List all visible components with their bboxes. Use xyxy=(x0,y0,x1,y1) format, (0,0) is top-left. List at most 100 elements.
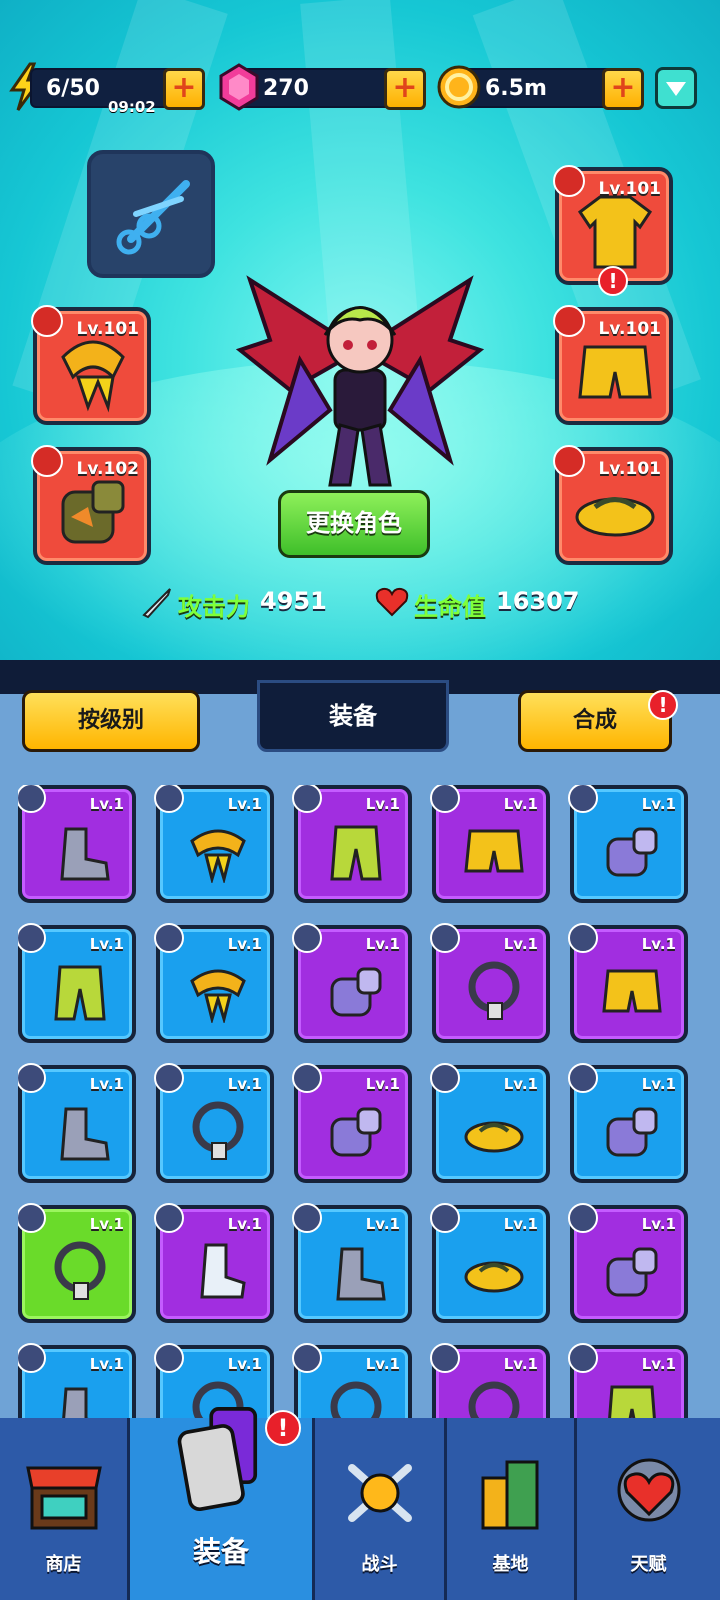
sort-by-level-button[interactable]: 按级别 xyxy=(22,690,200,752)
item-level: Lv.1 xyxy=(365,795,400,813)
item-level: Lv.1 xyxy=(503,935,538,953)
pants-icon xyxy=(330,825,382,881)
item-level: Lv.1 xyxy=(641,935,676,953)
gold-value: 6.5m xyxy=(485,76,547,101)
item-level: Lv.1 xyxy=(89,1355,124,1373)
energy-timer: 09:02 xyxy=(108,98,156,116)
sword-icon xyxy=(142,588,171,619)
energy-bar: 6/50 xyxy=(30,68,180,108)
game-screen: 6/50 09:02 + 270 + 6.5m + Lv.101 Lv.102 … xyxy=(0,0,720,1600)
item-type-badge xyxy=(430,785,460,813)
hero-character xyxy=(235,275,485,487)
item-type-badge xyxy=(18,923,46,953)
inventory-item[interactable]: Lv.1 xyxy=(154,923,274,1043)
item-type-badge xyxy=(154,923,184,953)
item-type-badge xyxy=(568,1203,598,1233)
boot-icon xyxy=(60,827,110,881)
attack-value: 4951 xyxy=(260,587,327,615)
inventory-item[interactable]: Lv.1 xyxy=(568,785,688,903)
inventory-item[interactable]: Lv.1 xyxy=(18,1203,136,1323)
inventory-item[interactable]: Lv.1 xyxy=(430,923,550,1043)
nav-talent-label: 天赋 xyxy=(630,1554,667,1575)
sandal-icon xyxy=(464,1121,524,1153)
nav-battle[interactable]: 战斗 xyxy=(315,1418,447,1600)
inventory-item[interactable]: Lv.1 xyxy=(154,1063,274,1183)
equipped-glove-slot[interactable]: Lv.102 xyxy=(31,445,151,565)
item-type-badge xyxy=(18,1343,46,1373)
inventory-item[interactable]: Lv.1 xyxy=(18,923,136,1043)
inventory-item[interactable]: Lv.1 xyxy=(292,1203,412,1323)
scarf-icon xyxy=(190,829,246,883)
glove-icon xyxy=(606,1107,658,1157)
sandal-icon xyxy=(464,1261,524,1293)
inventory-item[interactable]: Lv.1 xyxy=(430,1063,550,1183)
inventory-item[interactable]: Lv.1 xyxy=(568,923,688,1043)
item-type-badge xyxy=(568,785,598,813)
attack-label: 攻击力 xyxy=(178,593,250,621)
item-level: Lv.1 xyxy=(365,1075,400,1093)
item-level: Lv.1 xyxy=(365,935,400,953)
nav-talent[interactable]: 天赋 xyxy=(577,1418,720,1600)
gem-icon xyxy=(219,63,259,111)
energy-value: 6/50 xyxy=(46,76,100,101)
item-level: Lv.1 xyxy=(641,1215,676,1233)
crossed-swords-icon xyxy=(347,1464,412,1522)
item-level: Lv.1 xyxy=(89,795,124,813)
necklace-icon xyxy=(468,961,520,1020)
inventory-item[interactable]: Lv.1 xyxy=(430,1203,550,1323)
item-type-badge xyxy=(154,1203,184,1233)
item-type-badge xyxy=(292,1063,322,1093)
nav-battle-label: 战斗 xyxy=(361,1554,398,1575)
sandal-icon xyxy=(575,497,655,537)
equipped-shoes-slot[interactable]: Lv.101 xyxy=(553,445,673,565)
necklace-icon xyxy=(330,1381,382,1420)
pants-icon xyxy=(54,965,106,1021)
item-level: Lv.1 xyxy=(365,1355,400,1373)
inventory-item[interactable]: Lv.1 xyxy=(430,1343,550,1420)
equipped-pants-slot[interactable]: Lv.101 xyxy=(553,305,673,425)
item-type-badge xyxy=(430,1203,460,1233)
scissors-icon xyxy=(116,180,190,255)
item-type-badge xyxy=(430,923,460,953)
add-gold-button[interactable]: + xyxy=(602,68,644,110)
hp-label: 生命值 xyxy=(414,593,486,621)
shorts-icon xyxy=(602,969,662,1013)
change-character-button[interactable]: 更换角色 xyxy=(278,490,430,558)
add-energy-button[interactable]: + xyxy=(163,68,205,110)
item-level: Lv.1 xyxy=(89,1075,124,1093)
inventory-item[interactable]: Lv.1 xyxy=(292,785,412,903)
settings-button[interactable] xyxy=(655,67,697,109)
nav-base-label: 基地 xyxy=(492,1554,529,1575)
item-level: Lv.1 xyxy=(641,1075,676,1093)
nav-shop[interactable]: 商店 xyxy=(0,1418,130,1600)
merge-alert-badge: ! xyxy=(648,690,678,720)
add-gems-button[interactable]: + xyxy=(384,68,426,110)
item-level: Lv.1 xyxy=(227,1075,262,1093)
weapon-slot[interactable] xyxy=(87,150,215,278)
armor-upgrade-alert: ! xyxy=(598,266,628,296)
inventory-item[interactable]: Lv.1 xyxy=(154,1203,274,1323)
glove-icon xyxy=(330,1107,382,1157)
nav-base[interactable]: 基地 xyxy=(447,1418,577,1600)
inventory-item[interactable]: Lv.1 xyxy=(568,1063,688,1183)
inventory-item[interactable]: Lv.1 xyxy=(18,1343,136,1420)
glove-icon xyxy=(606,1247,658,1297)
item-type-badge xyxy=(154,1343,184,1373)
inventory-item[interactable]: Lv.1 xyxy=(568,1343,688,1420)
inventory-grid: Lv.1 Lv.1 Lv.1 Lv.1 Lv.1 Lv.1 Lv.1 Lv.1 Lv.1 Lv.1… xyxy=(18,785,702,1420)
inventory-item[interactable]: Lv.1 xyxy=(292,1063,412,1183)
boot-icon xyxy=(62,1387,99,1420)
item-type-badge xyxy=(568,923,598,953)
glove-icon xyxy=(61,480,125,544)
hero-stats: 攻击力 4951 生命值 16307 xyxy=(140,585,590,621)
inventory-item[interactable]: Lv.1 xyxy=(292,1343,412,1420)
inventory-item[interactable]: Lv.1 xyxy=(568,1203,688,1323)
inventory-item[interactable]: Lv.1 xyxy=(430,785,550,903)
inventory-item[interactable]: Lv.1 xyxy=(154,785,274,903)
gem-value: 270 xyxy=(263,76,309,101)
inventory-item[interactable]: Lv.1 xyxy=(18,785,136,903)
item-type-badge xyxy=(292,923,322,953)
inventory-item[interactable]: Lv.1 xyxy=(292,923,412,1043)
equipped-necklace-slot[interactable]: Lv.101 xyxy=(31,305,151,425)
inventory-item[interactable]: Lv.1 xyxy=(18,1063,136,1183)
